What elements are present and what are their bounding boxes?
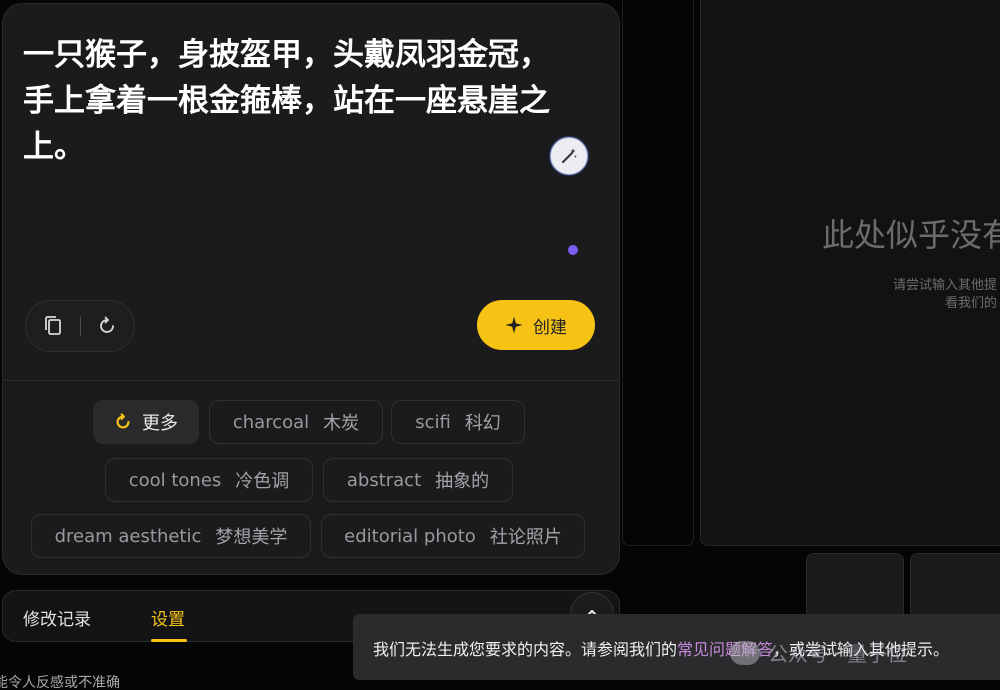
suggestion-chip-dream-aesthetic[interactable]: dream aesthetic 梦想美学 — [31, 514, 311, 558]
chip-label-en: scifi — [415, 411, 451, 433]
thumbnail-slot[interactable] — [806, 553, 904, 623]
magic-edit-button[interactable] — [550, 137, 588, 175]
suggestion-chip-editorial-photo[interactable]: editorial photo 社论照片 — [321, 514, 585, 558]
prompt-panel: 一只猴子，身披盔甲，头戴凤羽金冠， 手上拿着一根金箍棒，站在一座悬崖之 上。 创… — [2, 3, 620, 575]
chip-label-zh: 抽象的 — [435, 471, 490, 492]
panel-divider — [3, 380, 619, 381]
chip-label-zh: 梦想美学 — [215, 527, 288, 548]
watermark: 公众号 · 量子位 — [730, 638, 907, 667]
active-tab-indicator — [151, 639, 187, 642]
create-button[interactable]: 创建 — [477, 300, 595, 350]
chip-label-zh: 社论照片 — [489, 527, 562, 548]
image-slot — [622, 0, 694, 546]
chip-label-en: dream aesthetic — [54, 525, 202, 547]
toast-message: 我们无法生成您要求的内容。请参阅我们的 — [373, 640, 678, 659]
chip-label-en: cool tones — [128, 469, 222, 491]
copy-button[interactable] — [26, 301, 80, 351]
chip-label-en: abstract — [346, 469, 422, 491]
watermark-text: 公众号 · 量子位 — [768, 642, 908, 666]
disclaimer-text: 能令人反感或不准确 — [0, 675, 120, 690]
more-suggestions-button[interactable]: 更多 — [93, 400, 199, 444]
magic-wand-icon — [562, 148, 577, 163]
suggestion-chip-scifi[interactable]: scifi 科幻 — [391, 400, 525, 444]
chip-label-zh: 科幻 — [464, 413, 501, 434]
refresh-icon — [116, 413, 130, 429]
more-label: 更多 — [142, 413, 178, 434]
prompt-input[interactable]: 一只猴子，身披盔甲，头戴凤羽金冠， 手上拿着一根金箍棒，站在一座悬崖之 上。 — [23, 32, 603, 170]
result-panel: 此处似乎没有 请尝试输入其他提 看我们的 — [700, 0, 1000, 546]
empty-state-hint-link: 看我们的 — [945, 296, 998, 311]
tab-history[interactable]: 修改记录 — [23, 605, 91, 630]
empty-state-title: 此处似乎没有 — [822, 216, 1000, 254]
create-button-label: 创建 — [533, 317, 567, 338]
sparkle-icon — [505, 316, 523, 334]
chip-label-zh: 木炭 — [323, 413, 360, 434]
status-indicator — [568, 245, 578, 255]
thumbnail-slot[interactable] — [910, 553, 1000, 623]
chip-label-en: charcoal — [232, 411, 310, 433]
tab-settings[interactable]: 设置 — [151, 605, 185, 630]
copy-icon — [44, 316, 61, 335]
chip-label-zh: 冷色调 — [235, 471, 290, 492]
prompt-tools — [25, 300, 135, 352]
suggestion-chip-abstract[interactable]: abstract 抽象的 — [323, 458, 513, 502]
reset-button[interactable] — [80, 301, 134, 351]
suggestion-chip-cool-tones[interactable]: cool tones 冷色调 — [105, 458, 313, 502]
empty-state-hint: 请尝试输入其他提 — [893, 278, 998, 293]
suggestion-chip-charcoal[interactable]: charcoal 木炭 — [209, 400, 383, 444]
refresh-icon — [100, 316, 115, 333]
chip-label-en: editorial photo — [344, 525, 476, 547]
wechat-icon — [730, 640, 760, 665]
app-screen: 一只猴子，身披盔甲，头戴凤羽金冠， 手上拿着一根金箍棒，站在一座悬崖之 上。 创… — [0, 0, 1000, 690]
